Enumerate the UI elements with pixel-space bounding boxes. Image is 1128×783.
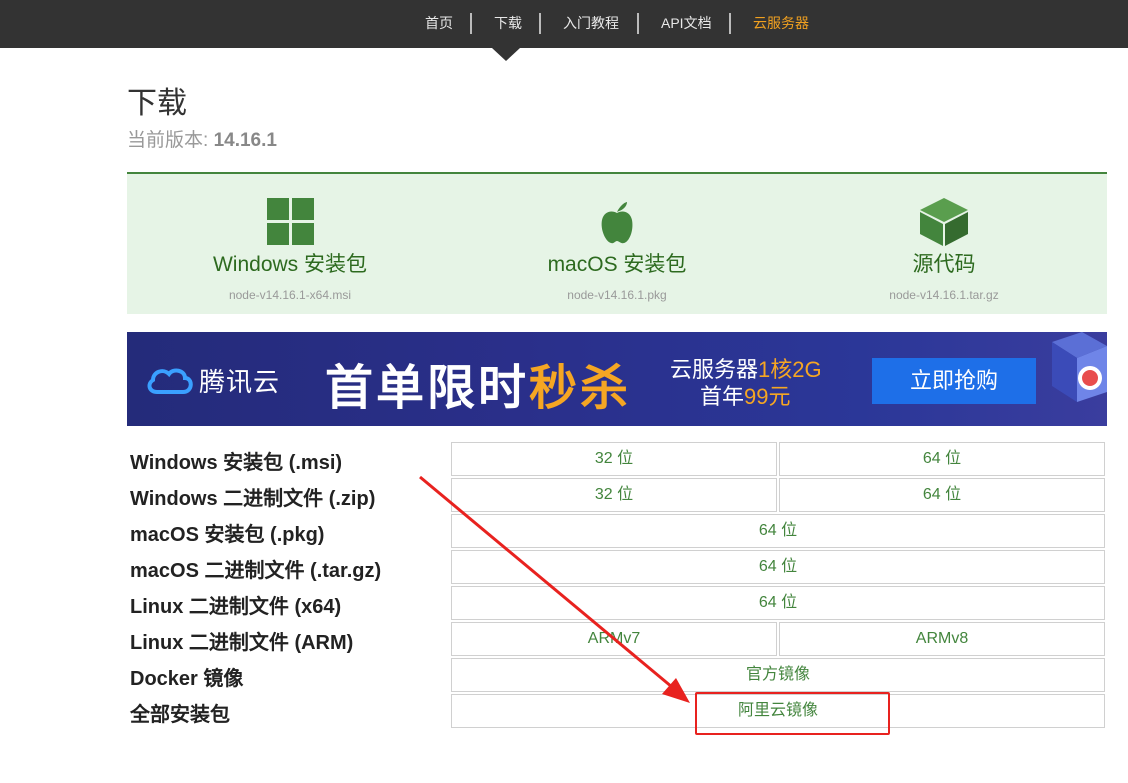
row-label: Windows 安装包 (.msi) (130, 452, 343, 474)
banner-headline-main: 首单限时 (325, 362, 530, 415)
download-file-source: node-v14.16.1.tar.gz (889, 288, 999, 302)
download-link[interactable]: 64 位 (451, 514, 1105, 548)
nav-item-home[interactable]: 首页 (425, 0, 453, 48)
apple-icon (601, 202, 633, 244)
table-row: Docker 镜像 官方镜像 (127, 658, 1107, 692)
table-row: Windows 安装包 (.msi) 32 位 64 位 (127, 442, 1107, 476)
server-illustration-icon (1052, 332, 1107, 402)
download-link[interactable]: 64 位 (779, 478, 1105, 512)
download-label-windows: Windows 安装包 (212, 253, 368, 276)
version-number: 14.16.1 (213, 130, 277, 151)
banner-sub2-highlight: 99元 (744, 384, 791, 409)
download-file-macos: node-v14.16.1.pkg (567, 288, 667, 302)
page-title: 下载 (127, 87, 187, 120)
download-link[interactable]: 32 位 (451, 478, 777, 512)
row-label: macOS 二进制文件 (.tar.gz) (130, 560, 382, 582)
download-file-windows: node-v14.16.1-x64.msi (228, 288, 352, 302)
nav-divider (470, 13, 472, 34)
table-row: Linux 二进制文件 (x64) 64 位 (127, 586, 1107, 620)
table-row: 全部安装包 阿里云镜像 (127, 694, 1107, 728)
nav-divider (637, 13, 639, 34)
table-row: macOS 安装包 (.pkg) 64 位 (127, 514, 1107, 548)
download-label-source: 源代码 (912, 253, 976, 276)
download-link[interactable]: 64 位 (779, 442, 1105, 476)
row-label: Linux 二进制文件 (x64) (130, 596, 342, 618)
current-version: 当前版本: 14.16.1 (127, 125, 277, 152)
top-navbar: 首页 下载 入门教程 API文档 云服务器 (0, 0, 1128, 48)
row-label: Docker 镜像 (130, 668, 244, 690)
download-label-macos: macOS 安装包 (547, 253, 687, 276)
download-link[interactable]: 32 位 (451, 442, 777, 476)
table-row: Linux 二进制文件 (ARM) ARMv7 ARMv8 (127, 622, 1107, 656)
download-link[interactable]: 官方镜像 (451, 658, 1105, 692)
row-label: Windows 二进制文件 (.zip) (130, 488, 376, 510)
tencent-cloud-logo-icon (147, 368, 193, 394)
windows-icon (267, 198, 314, 245)
table-row: Windows 二进制文件 (.zip) 32 位 64 位 (127, 478, 1107, 512)
nav-divider (729, 13, 731, 34)
banner-headline-highlight: 秒杀 (529, 362, 632, 415)
row-label: Linux 二进制文件 (ARM) (130, 632, 354, 654)
row-label: macOS 安装包 (.pkg) (130, 524, 325, 546)
download-card-macos[interactable]: macOS 安装包 node-v14.16.1.pkg (454, 174, 780, 314)
source-box-icon (920, 198, 968, 246)
download-link[interactable]: ARMv8 (779, 622, 1105, 656)
buy-now-button[interactable]: 立即抢购 (872, 358, 1036, 404)
ad-banner[interactable]: 腾讯云 首单限时秒杀 云服务器1核2G 首年99元 立即抢购 (127, 332, 1107, 426)
row-label: 全部安装包 (130, 704, 230, 726)
download-panel: Windows 安装包 node-v14.16.1-x64.msi macOS … (127, 172, 1107, 314)
nav-item-tutorial[interactable]: 入门教程 (563, 0, 619, 48)
table-row: macOS 二进制文件 (.tar.gz) 64 位 (127, 550, 1107, 584)
download-link[interactable]: 64 位 (451, 586, 1105, 620)
nav-divider (539, 13, 541, 34)
download-link[interactable]: ARMv7 (451, 622, 777, 656)
nav-item-api-docs[interactable]: API文档 (661, 0, 712, 48)
banner-subtitle-2: 首年99元 (700, 379, 791, 411)
nav-item-download[interactable]: 下载 (494, 0, 522, 48)
download-link[interactable]: 64 位 (451, 550, 1105, 584)
version-prefix: 当前版本: (127, 130, 209, 151)
banner-brand: 腾讯云 (199, 367, 281, 397)
nav-menu: 首页 下载 入门教程 API文档 云服务器 (0, 0, 1128, 48)
banner-sub2-text: 首年 (700, 384, 745, 409)
active-nav-caret (492, 48, 520, 61)
annotation-highlight-box (695, 692, 890, 735)
nav-item-cloud-server[interactable]: 云服务器 (753, 0, 809, 48)
download-card-windows[interactable]: Windows 安装包 node-v14.16.1-x64.msi (127, 174, 453, 314)
banner-headline: 首单限时秒杀 (325, 348, 631, 418)
download-card-source[interactable]: 源代码 node-v14.16.1.tar.gz (781, 174, 1107, 314)
